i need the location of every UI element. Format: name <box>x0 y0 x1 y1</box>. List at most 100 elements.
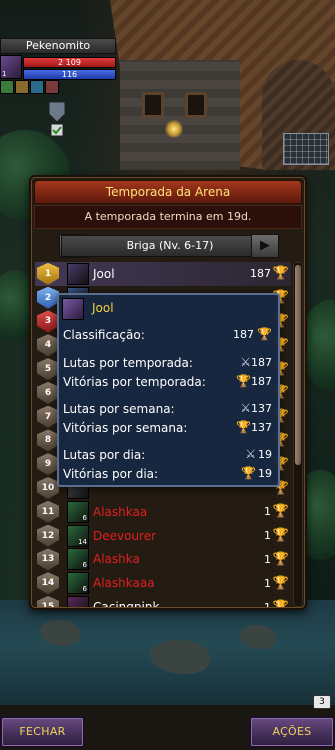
arena-title: Temporada da Arena <box>34 180 302 204</box>
player-name[interactable]: Pekenomito <box>0 38 116 54</box>
buff-icon[interactable] <box>0 80 14 94</box>
rank-badge-icon: 7 <box>37 405 59 428</box>
week-wins-row: Vitórias por semana: 🏆 137 <box>63 420 272 439</box>
player-score: 187 <box>250 267 271 281</box>
trophy-icon: 🏆 <box>272 551 289 567</box>
buff-icon[interactable] <box>30 80 44 94</box>
mana-bar: 116 <box>23 69 116 80</box>
actions-button[interactable]: AÇÕES <box>249 716 335 748</box>
trophy-icon: 🏆 <box>272 266 289 282</box>
player-score: 1 <box>264 505 271 519</box>
rank-badge-icon: 14 <box>37 572 59 595</box>
scrollbar-thumb[interactable] <box>295 265 301 465</box>
trophy-icon: 🏆 <box>272 504 289 520</box>
buff-icon[interactable] <box>45 80 59 94</box>
rank-badge-icon: 9 <box>37 453 59 476</box>
player-portrait: 14 <box>67 524 89 547</box>
ranking-row[interactable]: 12 14 Deevourer 1 🏆 <box>35 524 291 548</box>
day-fights-label: Lutas por dia: <box>63 448 146 462</box>
player-portrait: 6 <box>67 572 89 595</box>
buff-icon[interactable] <box>15 80 29 94</box>
classification-label: Classificação: <box>63 328 145 342</box>
player-score: 1 <box>264 601 271 607</box>
ranking-row[interactable]: 11 6 Alashkaa 1 🏆 <box>35 500 291 524</box>
player-level: 6 <box>82 561 87 570</box>
season-fights-row: Lutas por temporada: ⚔ 187 <box>63 355 272 374</box>
league-label: Briga (Nv. 6-17) <box>61 235 279 257</box>
sword-icon: ⚔ <box>240 355 251 369</box>
season-wins-row: Vitórias por temporada: 🏆 187 <box>63 374 272 393</box>
player-portrait: 6 <box>67 500 89 523</box>
player-info-popup[interactable]: Jool Classificação: 187 🏆 Lutas por temp… <box>57 293 280 487</box>
rank-badge-icon: 2 <box>37 286 59 309</box>
player-name: Deevourer <box>93 528 157 543</box>
close-button[interactable]: FECHAR <box>0 716 85 748</box>
day-fights-value: 19 <box>258 448 272 461</box>
week-wins-label: Vitórias por semana: <box>63 421 188 435</box>
player-portrait: 12 <box>67 596 89 607</box>
rank-badge-icon: 11 <box>37 500 59 523</box>
player-level: 6 <box>82 585 87 594</box>
player-level: 14 <box>78 537 87 546</box>
trophy-icon: 🏆 <box>273 600 289 607</box>
ranking-row[interactable]: 13 6 Alashka 1 🏆 <box>35 548 291 572</box>
rank-badge-icon: 12 <box>37 524 59 547</box>
trophy-icon: 🏆 <box>241 466 256 480</box>
rank-badge-icon: 5 <box>37 358 59 381</box>
season-wins-label: Vitórias por temporada: <box>63 375 206 389</box>
rank-badge-icon: 1 <box>37 262 59 285</box>
player-name: Alashkaa <box>93 504 148 519</box>
season-wins-value: 187 <box>251 375 272 388</box>
week-fights-label: Lutas por semana: <box>63 402 175 416</box>
day-wins-value: 19 <box>258 467 272 480</box>
player-score: 1 <box>264 576 271 590</box>
player-score: 1 <box>264 529 271 543</box>
ranking-scrollbar[interactable] <box>293 262 303 607</box>
house-window <box>185 92 207 118</box>
player-portrait <box>67 262 89 285</box>
house-window <box>142 92 164 118</box>
health-bar: 2 109 <box>23 57 116 68</box>
rank-badge-icon: 6 <box>37 381 59 404</box>
week-wins-value: 137 <box>251 421 272 434</box>
player-score: 1 <box>264 552 271 566</box>
rank-badge-icon: 10 <box>37 477 59 500</box>
season-fights-label: Lutas por temporada: <box>63 356 193 370</box>
buff-list <box>0 80 59 94</box>
day-wins-label: Vitórias por dia: <box>63 467 159 481</box>
notification-badge[interactable]: 3 <box>313 695 331 709</box>
classification-row: Classificação: 187 🏆 <box>63 327 272 346</box>
trophy-icon: 🏆 <box>257 327 272 341</box>
ranking-row[interactable]: 14 6 Alashkaaa 1 🏆 <box>35 571 291 595</box>
rank-badge-icon: 3 <box>37 310 59 333</box>
arrow-right-icon: ▶ <box>260 238 270 253</box>
player-portrait <box>62 298 84 320</box>
sword-icon: ⚔ <box>245 447 256 461</box>
player-level: 1 <box>2 70 7 78</box>
season-notice: A temporada termina em 19d. <box>34 205 302 229</box>
player-name: Jool <box>93 266 115 281</box>
lamp-light <box>165 120 183 138</box>
season-fights-value: 187 <box>251 356 272 369</box>
trophy-icon: 🏆 <box>272 575 289 591</box>
trophy-icon: 🏆 <box>272 528 289 544</box>
house-wall <box>120 60 240 170</box>
player-avatar[interactable]: 1 <box>0 55 22 79</box>
ranking-row[interactable]: 1 Jool 187 🏆 <box>35 262 291 286</box>
ranking-row[interactable]: 15 12 Cacingpink 1🏆 <box>35 595 291 607</box>
player-portrait: 6 <box>67 548 89 571</box>
rank-badge-icon: 4 <box>37 334 59 357</box>
next-league-button[interactable]: ▶ <box>251 234 279 258</box>
player-name: Cacingpink <box>93 600 159 607</box>
player-name: Alashkaaa <box>93 576 155 591</box>
week-fights-value: 137 <box>251 402 272 415</box>
trophy-icon: 🏆 <box>236 374 251 388</box>
day-fights-row: Lutas por dia: ⚔ 19 <box>63 447 272 466</box>
shield-icon[interactable] <box>45 100 69 140</box>
rank-badge-icon: 15 <box>37 596 59 607</box>
minimap[interactable] <box>283 133 329 165</box>
trophy-icon: 🏆 <box>236 420 251 434</box>
sword-icon: ⚔ <box>240 401 251 415</box>
rank-badge-icon: 8 <box>37 429 59 452</box>
day-wins-row: Vitórias por dia: 🏆 19 <box>63 466 272 485</box>
